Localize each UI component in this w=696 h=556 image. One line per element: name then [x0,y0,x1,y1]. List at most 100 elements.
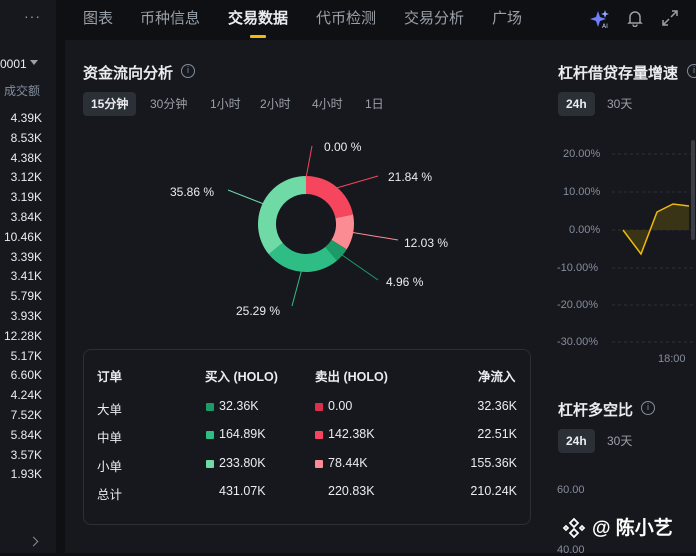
volume-value: 3.84K [10,210,42,224]
chevron-down-icon[interactable] [30,60,38,65]
leader-line [351,231,399,241]
precision-select[interactable]: 0001 [0,57,27,71]
volume-value: 4.24K [10,388,42,403]
slice-label-big-sell: 0.00 % [324,140,362,154]
leader-line [305,145,313,179]
table-header-order: 订单 [97,370,123,384]
cell-buy-total: 431.07K [219,484,266,498]
tab-trade-analysis[interactable]: 交易分析 [404,7,464,28]
volume-value: 4.39K [10,111,42,125]
info-icon[interactable]: i [181,64,195,78]
volume-value: 3.93K [10,309,42,323]
binance-logo-icon [562,517,586,539]
y-tick-label: 40.00 [557,544,585,556]
long-short-interval-24h[interactable]: 24h [558,429,595,453]
chevron-right-icon[interactable] [28,536,39,547]
sell-color-swatch [315,431,323,439]
interval-4h[interactable]: 4小时 [312,92,343,116]
top-nav: 图表 币种信息 交易数据 代币检测 交易分析 广场 AI [65,0,696,41]
cell-sell-small: 78.44K [328,456,368,470]
leverage-growth-chart [612,140,696,343]
volume-value: 1.93K [10,467,42,482]
cell-sell-medium: 142.38K [328,427,375,441]
volume-value: 3.57K [10,447,42,462]
table-header-sell: 卖出 (HOLO) [315,370,388,384]
volume-column-header: 成交额 [4,84,41,98]
interval-15m[interactable]: 15分钟 [83,92,137,116]
volume-value: 3.39K [10,249,42,264]
tab-coin-info[interactable]: 币种信息 [140,7,200,28]
cell-sell-total: 220.83K [328,484,375,498]
row-label-large: 大单 [97,403,123,417]
table-header-buy: 买入 (HOLO) [205,370,278,384]
slice-small-buy [258,176,306,255]
cell-buy-medium: 164.89K [219,427,266,441]
buy-color-swatch [206,403,214,411]
interval-1d[interactable]: 1日 [365,92,384,116]
cell-sell-large: 0.00 [328,399,353,413]
watermark-text: @ 陈小艺 [592,518,673,539]
table-header-net: 净流入 [478,370,516,384]
leader-line [340,253,379,281]
scrollbar[interactable] [691,140,695,240]
volume-value: 5.79K [10,289,42,304]
tab-square[interactable]: 广场 [492,7,522,28]
tab-token-check[interactable]: 代币检测 [316,7,376,28]
slice-mid-sell [306,176,354,219]
sell-color-swatch [315,403,323,411]
interval-1h[interactable]: 1小时 [210,92,241,116]
interval-2h[interactable]: 2小时 [260,92,291,116]
more-options-button[interactable]: ··· [24,8,41,24]
leader-line [335,175,379,189]
cell-net-small: 155.36K [470,456,517,470]
leverage-interval-30d[interactable]: 30天 [607,92,632,116]
slice-label-mid-buy: 25.29 % [236,304,281,318]
ai-sparkle-icon[interactable]: AI [590,9,610,29]
volume-value: 8.53K [10,130,42,145]
fund-flow-title: 资金流向分析 [83,65,174,82]
volume-value: 4.38K [10,150,42,165]
sell-color-swatch [315,460,323,468]
leader-line [227,189,265,205]
buy-color-swatch [206,431,214,439]
buy-color-swatch [206,460,214,468]
fund-flow-donut-chart [227,145,399,307]
leverage-growth-title: 杠杆借贷存量增速 [558,65,679,82]
interval-30m[interactable]: 30分钟 [150,92,187,116]
volume-value: 5.17K [10,348,42,363]
info-icon[interactable]: i [641,401,655,415]
long-short-interval-30d[interactable]: 30天 [607,429,632,453]
row-label-small: 小单 [97,460,123,474]
cell-net-total: 210.24K [470,484,517,498]
tab-chart[interactable]: 图表 [83,7,113,28]
growth-area [623,204,689,254]
slice-label-small-sell: 12.03 % [404,236,449,250]
slice-label-big-buy: 4.96 % [386,275,424,289]
bell-icon[interactable] [626,9,644,27]
orderbook-strip: ··· 0001 成交额 4.39K 8.53K 4.38K 3.12K 3.19K 3.… [0,0,56,553]
active-tab-indicator [250,35,266,38]
volume-value: 5.84K [10,427,42,442]
volume-value: 7.52K [10,408,42,422]
svg-text:AI: AI [602,23,608,29]
cell-net-medium: 22.51K [477,427,517,441]
cell-buy-large: 32.36K [219,399,259,413]
volume-value: 6.60K [10,368,42,383]
slice-label-mid-sell: 21.84 % [388,170,433,184]
cell-buy-small: 233.80K [219,456,266,470]
row-label-total: 总计 [97,488,123,502]
volume-value: 3.12K [10,170,42,185]
slice-label-small-buy: 35.86 % [170,185,215,199]
expand-icon[interactable] [661,9,679,27]
volume-value: 10.46K [3,229,42,244]
volume-value: 3.19K [10,190,42,205]
leader-line [291,269,303,307]
tab-trading-data[interactable]: 交易数据 [228,7,288,28]
y-tick-label: 60.00 [557,484,585,496]
leverage-interval-24h[interactable]: 24h [558,92,595,116]
row-label-medium: 中单 [97,431,123,445]
info-icon[interactable]: i [687,64,696,78]
cell-net-large: 32.36K [477,399,517,413]
volume-value: 12.28K [3,328,42,343]
long-short-title: 杠杆多空比 [558,402,634,419]
